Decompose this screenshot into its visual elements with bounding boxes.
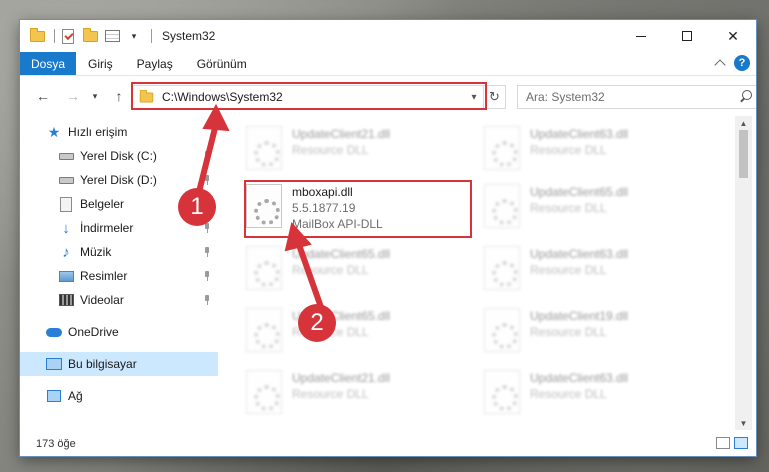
arrow-step2-head (284, 221, 312, 252)
file-explorer-window: ▾ System32 ✕ Dosya Giriş Paylaş Görünüm … (20, 20, 756, 456)
step-badge-1: 1 (178, 188, 216, 226)
arrow-step1-head (202, 103, 230, 132)
step-badge-2: 2 (298, 304, 336, 342)
arrow-step2 (295, 239, 325, 313)
annotation-arrows (197, 103, 325, 313)
arrow-step1 (197, 121, 219, 191)
